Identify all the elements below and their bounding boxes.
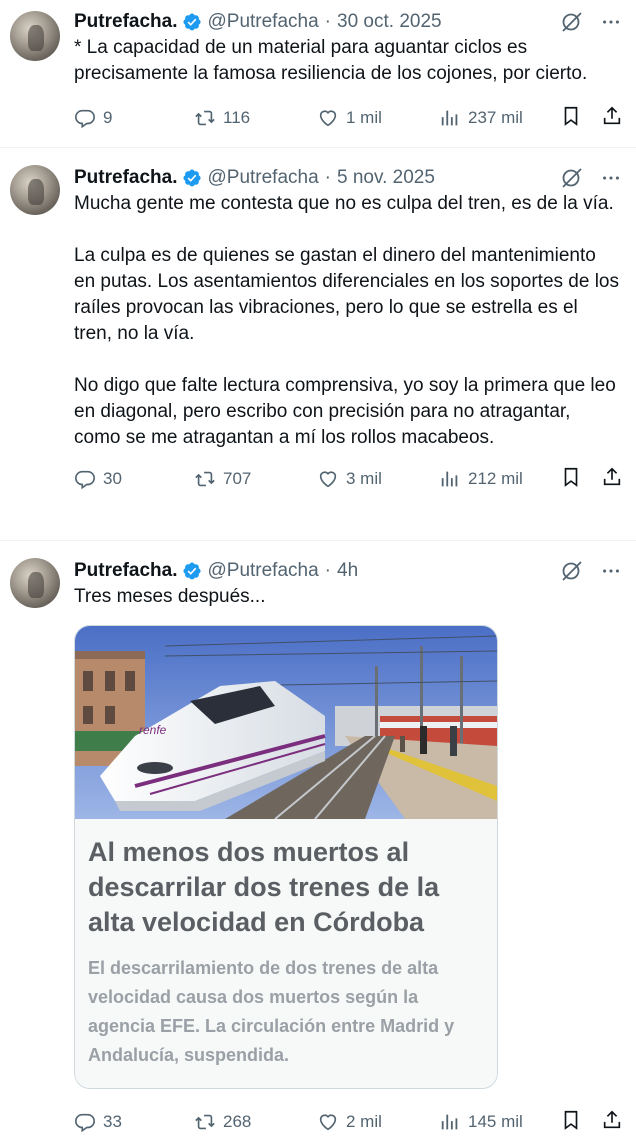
verified-badge-icon <box>182 168 202 188</box>
views-icon <box>439 107 461 129</box>
more-icon[interactable] <box>600 11 622 33</box>
display-name[interactable]: Putrefacha. <box>74 11 177 33</box>
views-count: 237 mil <box>468 108 523 127</box>
like-count: 2 mil <box>346 1112 382 1131</box>
bookmark-icon <box>560 1109 582 1131</box>
like-icon <box>317 468 339 490</box>
share-button[interactable] <box>601 1109 623 1136</box>
share-icon <box>601 466 623 488</box>
reply-count: 30 <box>103 469 122 488</box>
retweet-count: 268 <box>223 1112 252 1131</box>
like-button[interactable]: 2 mil <box>317 1111 382 1133</box>
like-button[interactable]: 3 mil <box>317 468 382 490</box>
views-count: 145 mil <box>468 1112 523 1131</box>
card-title[interactable]: Al menos dos muertos al descarrilar dos … <box>88 835 483 940</box>
retweet-icon <box>194 468 216 490</box>
reply-count: 33 <box>103 1112 122 1131</box>
bookmark-icon <box>560 466 582 488</box>
reply-icon <box>74 107 96 129</box>
reply-icon <box>74 468 96 490</box>
like-count: 1 mil <box>346 108 382 127</box>
grok-icon[interactable] <box>560 559 584 583</box>
action-bar: 30 707 3 mil 212 mil <box>74 467 636 491</box>
bookmark-button[interactable] <box>560 105 582 132</box>
tweet[interactable]: Putrefacha. @Putrefacha · 4h Tres meses … <box>0 541 636 1141</box>
tweet-header: Putrefacha. @Putrefacha · 4h <box>74 559 636 583</box>
separator-dot: · <box>324 11 331 32</box>
tweet[interactable]: Putrefacha. @Putrefacha · 5 nov. 2025 Mu… <box>0 148 636 541</box>
retweet-button[interactable]: 268 <box>194 1111 251 1133</box>
retweet-icon <box>194 1111 216 1133</box>
bookmark-button[interactable] <box>560 1109 582 1136</box>
separator-dot: · <box>324 560 331 581</box>
retweet-button[interactable]: 707 <box>194 468 251 490</box>
grok-icon[interactable] <box>560 166 584 190</box>
more-icon[interactable] <box>600 560 622 582</box>
bookmark-button[interactable] <box>560 466 582 493</box>
share-button[interactable] <box>601 466 623 493</box>
more-icon[interactable] <box>600 167 622 189</box>
tweet-header: Putrefacha. @Putrefacha · 30 oct. 2025 <box>74 10 636 34</box>
verified-badge-icon <box>182 12 202 32</box>
share-icon <box>601 105 623 127</box>
reply-button[interactable]: 33 <box>74 1111 122 1133</box>
card-body: Al menos dos muertos al descarrilar dos … <box>75 819 497 1088</box>
views-icon <box>439 1111 461 1133</box>
views-button[interactable]: 212 mil <box>439 468 523 490</box>
timestamp[interactable]: 4h <box>337 560 358 582</box>
tweet-text: Mucha gente me contesta que no es culpa … <box>74 193 619 448</box>
views-button[interactable]: 237 mil <box>439 107 523 129</box>
share-icon <box>601 1109 623 1131</box>
tweet-header: Putrefacha. @Putrefacha · 5 nov. 2025 <box>74 166 636 190</box>
handle[interactable]: @Putrefacha <box>207 560 318 582</box>
display-name[interactable]: Putrefacha. <box>74 167 177 189</box>
timestamp[interactable]: 5 nov. 2025 <box>337 167 435 189</box>
reply-button[interactable]: 9 <box>74 107 112 129</box>
tweet-text: Tres meses después... <box>74 586 266 607</box>
views-count: 212 mil <box>468 469 523 488</box>
grok-icon[interactable] <box>560 10 584 34</box>
like-button[interactable]: 1 mil <box>317 107 382 129</box>
retweet-button[interactable]: 116 <box>194 107 250 129</box>
like-icon <box>317 107 339 129</box>
verified-badge-icon <box>182 561 202 581</box>
handle[interactable]: @Putrefacha <box>207 11 318 33</box>
reply-button[interactable]: 30 <box>74 468 122 490</box>
news-image: renfe <box>75 626 497 819</box>
reply-count: 9 <box>103 108 113 127</box>
timestamp[interactable]: 30 oct. 2025 <box>337 11 442 33</box>
avatar[interactable] <box>10 558 60 608</box>
card-description: El descarrilamiento de dos trenes de alt… <box>88 958 455 1065</box>
train-brand-logo: renfe <box>139 723 167 737</box>
action-bar: 33 268 2 mil 145 mil <box>74 1110 636 1134</box>
separator-dot: · <box>324 167 331 188</box>
retweet-count: 707 <box>223 469 252 488</box>
bookmark-icon <box>560 105 582 127</box>
avatar[interactable] <box>10 11 60 61</box>
link-card[interactable]: renfe Al menos dos muertos al descarrila… <box>74 625 498 1089</box>
tweet[interactable]: Putrefacha. @Putrefacha · 30 oct. 2025 *… <box>0 0 636 148</box>
views-icon <box>439 468 461 490</box>
like-count: 3 mil <box>346 469 382 488</box>
share-button[interactable] <box>601 105 623 132</box>
avatar[interactable] <box>10 165 60 215</box>
retweet-count: 116 <box>223 108 251 127</box>
action-bar: 9 116 1 mil 237 mil <box>74 106 636 130</box>
handle[interactable]: @Putrefacha <box>207 167 318 189</box>
retweet-icon <box>194 107 216 129</box>
reply-icon <box>74 1111 96 1133</box>
display-name[interactable]: Putrefacha. <box>74 560 177 582</box>
views-button[interactable]: 145 mil <box>439 1111 523 1133</box>
like-icon <box>317 1111 339 1133</box>
tweet-text: * La capacidad de un material para aguan… <box>74 37 588 84</box>
